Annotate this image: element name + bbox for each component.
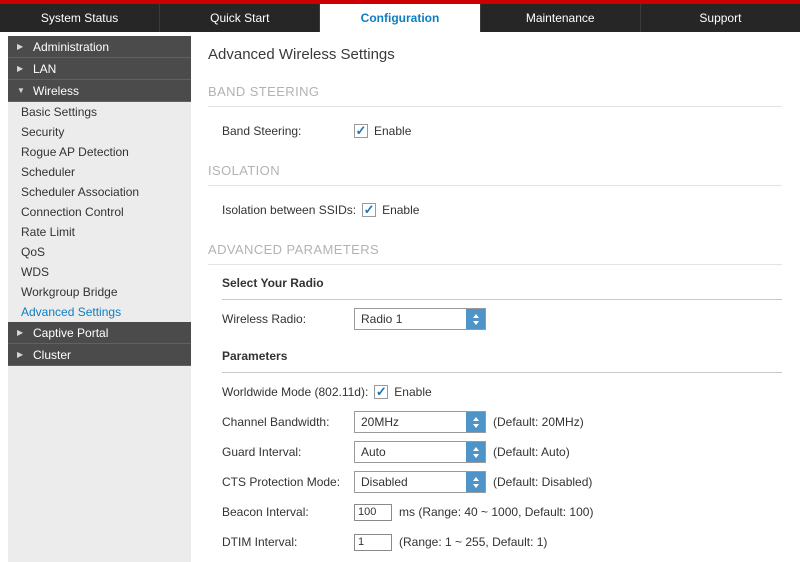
cts-protection-mode-label: CTS Protection Mode:: [222, 475, 354, 489]
wireless-radio-select[interactable]: Radio 1: [354, 308, 486, 330]
tab-system-status[interactable]: System Status: [0, 4, 160, 32]
select-your-radio-title: Select Your Radio: [222, 265, 782, 300]
select-value: Auto: [355, 445, 386, 459]
guard-interval-label: Guard Interval:: [222, 445, 354, 459]
beacon-interval-label: Beacon Interval:: [222, 505, 354, 519]
sidebar-item-administration[interactable]: ▶ Administration: [8, 36, 191, 58]
stepper-down-icon: [473, 484, 479, 488]
beacon-interval-input[interactable]: [354, 504, 392, 521]
select-stepper[interactable]: [466, 442, 485, 462]
sidebar-item-connection-control[interactable]: Connection Control: [8, 202, 191, 222]
check-icon: ✓: [364, 203, 375, 216]
tab-support[interactable]: Support: [641, 4, 800, 32]
band-steering-heading: BAND STEERING: [208, 84, 782, 107]
sidebar-item-wds[interactable]: WDS: [8, 262, 191, 282]
field-note: ms (Range: 40 ~ 1000, Default: 100): [399, 505, 593, 519]
sidebar-item-label: Wireless: [33, 84, 79, 98]
band-steering-label: Band Steering:: [222, 124, 354, 138]
top-navigation: System Status Quick Start Configuration …: [0, 4, 800, 32]
sidebar-item-cluster[interactable]: ▶ Cluster: [8, 344, 191, 366]
sidebar-item-basic-settings[interactable]: Basic Settings: [8, 102, 191, 122]
field-note: (Default: 20MHz): [493, 415, 584, 429]
select-stepper[interactable]: [466, 472, 485, 492]
dtim-interval-input[interactable]: [354, 534, 392, 551]
sidebar-item-label: LAN: [33, 62, 56, 76]
enable-label: Enable: [394, 385, 431, 399]
page-title: Advanced Wireless Settings: [208, 46, 782, 63]
chevron-down-icon: ▼: [17, 86, 26, 95]
advanced-parameters-heading: ADVANCED PARAMETERS: [208, 242, 782, 265]
stepper-down-icon: [473, 321, 479, 325]
chevron-right-icon: ▶: [17, 64, 26, 73]
chevron-right-icon: ▶: [17, 350, 26, 359]
sidebar-item-scheduler-association[interactable]: Scheduler Association: [8, 182, 191, 202]
isolation-checkbox[interactable]: ✓: [362, 203, 376, 217]
cts-protection-mode-select[interactable]: Disabled: [354, 471, 486, 493]
stepper-down-icon: [473, 424, 479, 428]
select-stepper[interactable]: [466, 309, 485, 329]
tab-configuration[interactable]: Configuration: [320, 4, 480, 32]
sidebar-item-qos[interactable]: QoS: [8, 242, 191, 262]
field-note: (Default: Auto): [493, 445, 570, 459]
sidebar-item-advanced-settings[interactable]: Advanced Settings: [8, 302, 191, 322]
sidebar-navigation: ▶ Administration ▶ LAN ▼ Wireless Basic …: [8, 36, 191, 562]
select-value: Radio 1: [355, 312, 402, 326]
stepper-down-icon: [473, 454, 479, 458]
main-content: Advanced Wireless Settings BAND STEERING…: [191, 32, 800, 562]
sidebar-item-rate-limit[interactable]: Rate Limit: [8, 222, 191, 242]
check-icon: ✓: [376, 385, 387, 398]
worldwide-mode-label: Worldwide Mode (802.11d):: [222, 385, 374, 399]
field-note: (Default: Disabled): [493, 475, 592, 489]
guard-interval-select[interactable]: Auto: [354, 441, 486, 463]
isolation-label: Isolation between SSIDs:: [222, 203, 362, 217]
select-value: Disabled: [355, 475, 408, 489]
worldwide-mode-checkbox[interactable]: ✓: [374, 385, 388, 399]
isolation-heading: ISOLATION: [208, 163, 782, 186]
sidebar-item-rogue-ap-detection[interactable]: Rogue AP Detection: [8, 142, 191, 162]
stepper-up-icon: [473, 477, 479, 481]
enable-label: Enable: [374, 124, 411, 138]
sidebar-item-label: Cluster: [33, 348, 71, 362]
sidebar-item-lan[interactable]: ▶ LAN: [8, 58, 191, 80]
band-steering-checkbox[interactable]: ✓: [354, 124, 368, 138]
channel-bandwidth-select[interactable]: 20MHz: [354, 411, 486, 433]
sidebar-item-scheduler[interactable]: Scheduler: [8, 162, 191, 182]
stepper-up-icon: [473, 447, 479, 451]
select-value: 20MHz: [355, 415, 399, 429]
chevron-right-icon: ▶: [17, 42, 26, 51]
stepper-up-icon: [473, 417, 479, 421]
wireless-radio-label: Wireless Radio:: [222, 312, 354, 326]
sidebar-item-wireless[interactable]: ▼ Wireless: [8, 80, 191, 102]
channel-bandwidth-label: Channel Bandwidth:: [222, 415, 354, 429]
chevron-right-icon: ▶: [17, 328, 26, 337]
field-note: (Range: 1 ~ 255, Default: 1): [399, 535, 547, 549]
sidebar-item-label: Administration: [33, 40, 109, 54]
parameters-title: Parameters: [222, 338, 782, 373]
select-stepper[interactable]: [466, 412, 485, 432]
tab-maintenance[interactable]: Maintenance: [481, 4, 641, 32]
sidebar-item-captive-portal[interactable]: ▶ Captive Portal: [8, 322, 191, 344]
tab-quick-start[interactable]: Quick Start: [160, 4, 320, 32]
dtim-interval-label: DTIM Interval:: [222, 535, 354, 549]
stepper-up-icon: [473, 314, 479, 318]
sidebar-item-security[interactable]: Security: [8, 122, 191, 142]
sidebar-item-workgroup-bridge[interactable]: Workgroup Bridge: [8, 282, 191, 302]
check-icon: ✓: [356, 124, 367, 137]
enable-label: Enable: [382, 203, 419, 217]
sidebar-item-label: Captive Portal: [33, 326, 108, 340]
